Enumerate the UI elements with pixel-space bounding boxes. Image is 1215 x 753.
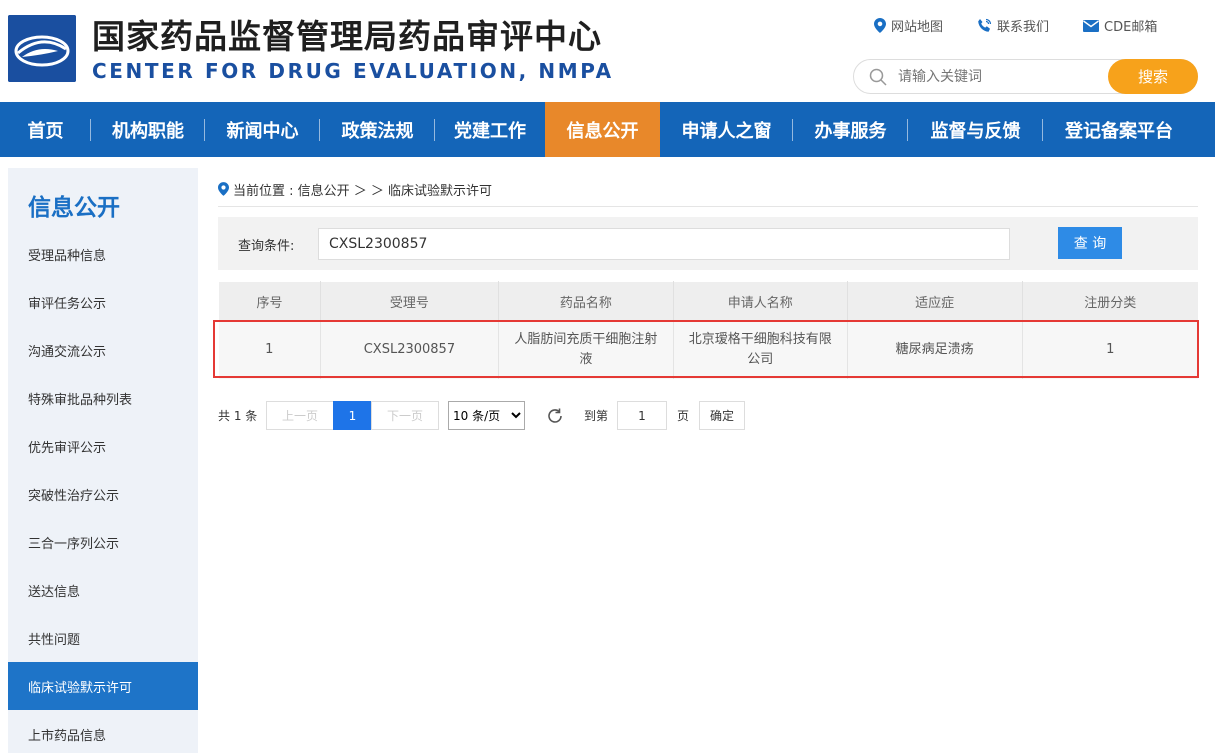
top-links: 网站地图 联系我们 CDE邮箱 — [874, 16, 1157, 35]
cell-registration-class: 1 — [1022, 320, 1198, 379]
nav-item-policy[interactable]: 政策法规 — [320, 102, 435, 157]
table-header-row: 序号 受理号 药品名称 申请人名称 适应症 注册分类 — [218, 281, 1198, 321]
sidebar-title: 信息公开 — [28, 195, 120, 221]
query-button[interactable]: 查 询 — [1058, 227, 1122, 259]
sitemap-label: 网站地图 — [891, 20, 944, 35]
cell-applicant: 北京瑷格干细胞科技有限公司 — [673, 320, 848, 379]
contact-label: 联系我们 — [997, 20, 1050, 35]
col-header-index: 序号 — [218, 281, 321, 321]
sidebar-item-communication[interactable]: 沟通交流公示 — [8, 326, 198, 374]
col-header-registration-class: 注册分类 — [1021, 281, 1198, 321]
query-bar: 查询条件: 查 询 — [218, 217, 1198, 270]
sidebar-item-breakthrough[interactable]: 突破性治疗公示 — [8, 470, 198, 518]
cell-indication: 糖尿病足溃疡 — [847, 320, 1023, 379]
sidebar-item-special-approval[interactable]: 特殊审批品种列表 — [8, 374, 198, 422]
breadcrumb: 当前位置 : 信息公开 ＞ ＞ 临床试验默示许可 — [218, 180, 1198, 207]
site-title-en: CENTER FOR DRUG EVALUATION, NMPA — [92, 59, 614, 83]
nav-item-party[interactable]: 党建工作 — [435, 102, 545, 157]
site-header: 国家药品监督管理局药品审评中心 CENTER FOR DRUG EVALUATI… — [0, 0, 1215, 102]
sidebar-item-common-issues[interactable]: 共性问题 — [8, 614, 198, 662]
col-header-acceptance-no: 受理号 — [319, 281, 499, 321]
nav-item-services[interactable]: 办事服务 — [793, 102, 908, 157]
page-button-current[interactable]: 1 — [333, 401, 372, 430]
pagination-total: 共 1 条 — [218, 409, 258, 423]
mail-label: CDE邮箱 — [1104, 20, 1158, 35]
next-page-button[interactable]: 下一页 — [371, 401, 439, 430]
sitemap-link[interactable]: 网站地图 — [874, 16, 943, 35]
cell-drug-name: 人脂肪间充质干细胞注射液 — [498, 320, 674, 379]
goto-page-input[interactable] — [617, 401, 667, 430]
col-header-applicant: 申请人名称 — [672, 281, 848, 321]
breadcrumb-text: 当前位置 : 信息公开 ＞ ＞ 临床试验默示许可 — [233, 184, 493, 199]
query-label: 查询条件: — [238, 239, 295, 254]
search-input[interactable] — [898, 61, 1098, 92]
sidebar-item-accepted-varieties[interactable]: 受理品种信息 — [8, 230, 198, 278]
phone-icon — [978, 18, 992, 32]
nav-item-home[interactable]: 首页 — [0, 102, 91, 157]
page-unit-label: 页 — [676, 409, 689, 423]
prev-page-button[interactable]: 上一页 — [266, 401, 334, 430]
cell-acceptance-no: CXSL2300857 — [320, 320, 499, 379]
results-table: 序号 受理号 药品名称 申请人名称 适应症 注册分类 1 CXSL2300857… — [218, 281, 1198, 379]
cell-index: 1 — [218, 320, 321, 379]
sidebar-item-priority-review[interactable]: 优先审评公示 — [8, 422, 198, 470]
cde-logo[interactable] — [8, 15, 76, 82]
search-icon — [869, 68, 887, 86]
goto-label: 到第 — [583, 409, 608, 423]
site-title-cn: 国家药品监督管理局药品审评中心 — [92, 17, 602, 56]
sidebar-item-marketed-drugs[interactable]: 上市药品信息 — [8, 710, 198, 753]
mail-link[interactable]: CDE邮箱 — [1083, 16, 1157, 35]
location-pin-icon — [218, 182, 229, 196]
nav-item-institution[interactable]: 机构职能 — [91, 102, 205, 157]
mail-icon — [1083, 19, 1100, 32]
col-header-indication: 适应症 — [846, 281, 1023, 321]
main-nav: 首页 机构职能 新闻中心 政策法规 党建工作 信息公开 申请人之窗 办事服务 监… — [0, 102, 1215, 157]
nav-item-news[interactable]: 新闻中心 — [205, 102, 320, 157]
nav-item-info-public[interactable]: 信息公开 — [545, 102, 660, 157]
sidebar-item-clinical-trial[interactable]: 临床试验默示许可 — [8, 662, 198, 710]
refresh-icon[interactable] — [542, 401, 568, 430]
sidebar-item-three-in-one[interactable]: 三合一序列公示 — [8, 518, 198, 566]
col-header-drug-name: 药品名称 — [497, 281, 674, 321]
nav-item-registration[interactable]: 登记备案平台 — [1043, 102, 1195, 157]
table-row[interactable]: 1 CXSL2300857 人脂肪间充质干细胞注射液 北京瑷格干细胞科技有限公司… — [218, 320, 1198, 379]
nav-item-applicant[interactable]: 申请人之窗 — [660, 102, 793, 157]
sidebar-item-delivery[interactable]: 送达信息 — [8, 566, 198, 614]
confirm-page-button[interactable]: 确定 — [699, 401, 745, 430]
sidebar: 信息公开 受理品种信息 审评任务公示 沟通交流公示 特殊审批品种列表 优先审评公… — [8, 168, 198, 753]
nav-item-feedback[interactable]: 监督与反馈 — [908, 102, 1043, 157]
contact-link[interactable]: 联系我们 — [977, 16, 1049, 35]
page-size-select[interactable]: 10 条/页 — [448, 401, 525, 430]
query-input[interactable] — [318, 228, 1010, 260]
site-search: 搜索 — [853, 59, 1198, 94]
sidebar-item-review-tasks[interactable]: 审评任务公示 — [8, 278, 198, 326]
search-button[interactable]: 搜索 — [1108, 59, 1198, 94]
location-pin-icon — [874, 18, 886, 33]
